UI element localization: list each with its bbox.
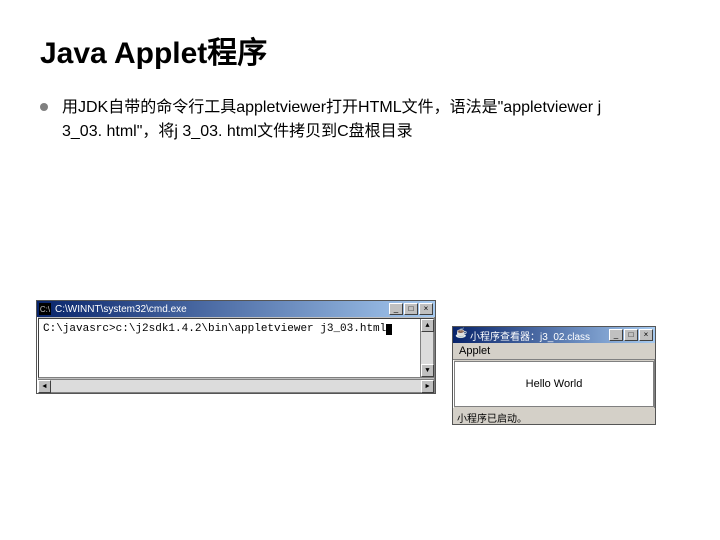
slide-title: Java Applet程序 bbox=[40, 28, 680, 72]
close-button[interactable]: × bbox=[419, 303, 433, 315]
horizontal-scrollbar[interactable]: ◄ ► bbox=[38, 379, 434, 392]
applet-title: 小程序查看器：j3_02.class bbox=[470, 328, 609, 343]
applet-titlebar: 小程序查看器：j3_02.class _ □ × bbox=[453, 327, 655, 343]
console-prompt: C:\javasrc>c:\j2sdk1.4.2\bin\appletviewe… bbox=[43, 323, 386, 335]
applet-content: Hello World bbox=[526, 378, 583, 390]
console-body: C:\javasrc>c:\j2sdk1.4.2\bin\appletviewe… bbox=[38, 318, 434, 378]
minimize-button[interactable]: _ bbox=[609, 329, 623, 341]
maximize-button[interactable]: □ bbox=[404, 303, 418, 315]
slide-body: 用JDK自带的命令行工具appletviewer打开HTML文件，语法是"app… bbox=[40, 96, 620, 144]
scroll-up-button[interactable]: ▲ bbox=[421, 319, 434, 332]
applet-body: Hello World bbox=[454, 361, 654, 407]
applet-status: 小程序已启动。 bbox=[453, 408, 655, 424]
maximize-button[interactable]: □ bbox=[624, 329, 638, 341]
body-paragraph: 用JDK自带的命令行工具appletviewer打开HTML文件，语法是"app… bbox=[62, 99, 601, 140]
cmd-icon: C:\ bbox=[39, 303, 51, 315]
java-icon bbox=[455, 329, 467, 341]
cursor-icon bbox=[386, 324, 392, 335]
vertical-scrollbar[interactable]: ▲ ▼ bbox=[420, 319, 433, 377]
bullet-icon bbox=[40, 103, 48, 111]
scroll-down-button[interactable]: ▼ bbox=[421, 364, 434, 377]
scroll-left-button[interactable]: ◄ bbox=[38, 380, 51, 393]
console-title: C:\WINNT\system32\cmd.exe bbox=[55, 304, 389, 315]
scroll-right-button[interactable]: ► bbox=[421, 380, 434, 393]
close-button[interactable]: × bbox=[639, 329, 653, 341]
minimize-button[interactable]: _ bbox=[389, 303, 403, 315]
applet-menu[interactable]: Applet bbox=[453, 343, 655, 360]
applet-window: 小程序查看器：j3_02.class _ □ × Applet Hello Wo… bbox=[452, 326, 656, 425]
console-titlebar: C:\ C:\WINNT\system32\cmd.exe _ □ × bbox=[37, 301, 435, 317]
console-window: C:\ C:\WINNT\system32\cmd.exe _ □ × C:\j… bbox=[36, 300, 436, 394]
